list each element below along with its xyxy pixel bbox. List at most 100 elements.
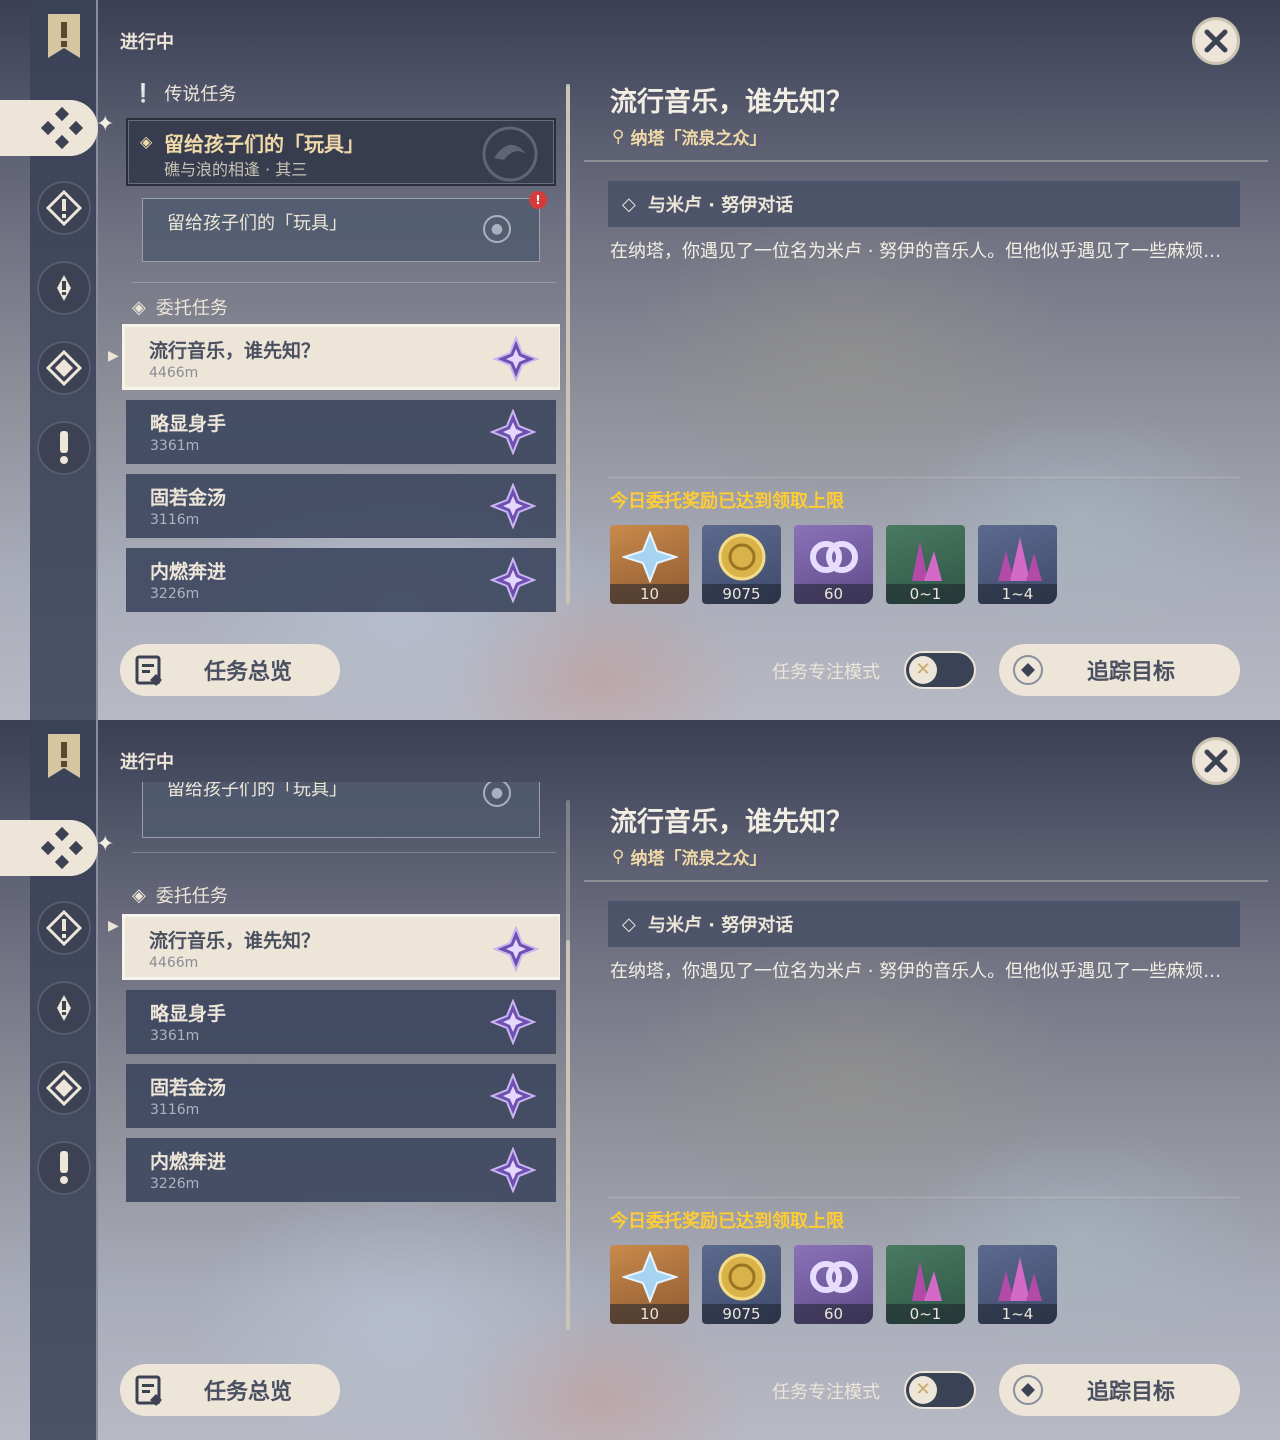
commission-item[interactable]: 略显身手 3361m	[126, 400, 556, 464]
quest-banner-icon[interactable]	[46, 14, 82, 58]
legend-section-header: ❕ 传说任务	[132, 82, 237, 106]
commission-item[interactable]: 流行音乐，谁先知？ 4466m	[122, 914, 560, 980]
commission-star-icon	[490, 999, 536, 1045]
close-icon: ✕	[909, 1376, 937, 1404]
focus-mode-toggle[interactable]: ✕	[904, 651, 976, 689]
commission-star-icon	[490, 1073, 536, 1119]
primogem-icon	[622, 1251, 678, 1303]
close-icon	[1204, 29, 1228, 53]
sidebar-item-archon[interactable]	[37, 181, 91, 235]
reward-item[interactable]: 9075	[702, 525, 781, 604]
quest-screen-top: ✦ 进行中 ❕ 传说任务 ◈ 留给孩子们的「玩具」 礁与浪的相逢 · 其三 留给…	[0, 0, 1280, 720]
focus-mode-label: 任务专注模式	[772, 1382, 880, 1403]
selection-arrow-icon: ▶	[108, 918, 119, 934]
quest-description: 在纳塔，你遇见了一位名为米卢 · 努伊的音乐人。但他似乎遇见了一些麻烦…	[610, 961, 1222, 982]
commission-star-icon	[490, 409, 536, 455]
commission-section-header: ◈ 委托任务	[132, 296, 228, 320]
commission-item[interactable]: 内燃奔进 3226m	[126, 1138, 556, 1202]
close-icon: ✕	[909, 656, 937, 684]
location-pin-icon: ●	[483, 215, 511, 243]
reward-item[interactable]: 0~1	[886, 525, 965, 604]
close-button[interactable]	[1192, 17, 1240, 65]
page-title: 进行中	[120, 32, 174, 53]
sidebar-item-world[interactable]	[37, 341, 91, 395]
objective-title: 留给孩子们的「玩具」	[167, 782, 347, 800]
commission-star-icon	[493, 926, 539, 972]
reward-item[interactable]: 1~4	[978, 1245, 1057, 1324]
mora-icon	[718, 533, 766, 581]
page-title: 进行中	[120, 752, 174, 773]
archon-quest-icon	[46, 910, 82, 946]
sparkle-icon: ✦	[96, 112, 115, 137]
reward-item[interactable]: 10	[610, 525, 689, 604]
legend-quest-title: 留给孩子们的「玩具」	[164, 132, 364, 156]
location-pin-icon: ●	[483, 782, 511, 807]
reward-item[interactable]: 60	[794, 1245, 873, 1324]
sidebar-item-legend[interactable]	[37, 981, 91, 1035]
sparkle-icon: ✦	[96, 832, 115, 857]
legend-objective-card[interactable]: 留给孩子们的「玩具」 ● !	[142, 191, 547, 262]
world-quest-icon	[46, 1070, 82, 1106]
commission-item[interactable]: 固若金汤 3116m	[126, 474, 556, 538]
sidebar-item-commissions[interactable]	[0, 820, 98, 876]
commission-star-icon	[490, 557, 536, 603]
quest-description: 在纳塔，你遇见了一位名为米卢 · 努伊的音乐人。但他似乎遇见了一些麻烦…	[610, 241, 1222, 262]
reward-item[interactable]: 10	[610, 1245, 689, 1324]
scrollbar-thumb[interactable]	[566, 84, 570, 604]
exclamation-icon	[60, 431, 68, 464]
commission-item[interactable]: 内燃奔进 3226m	[126, 548, 556, 612]
companionship-exp-icon	[810, 1261, 858, 1293]
reward-item[interactable]: 0~1	[886, 1245, 965, 1324]
alert-badge-icon: !	[529, 191, 547, 209]
track-target-button[interactable]: 追踪目标	[999, 644, 1240, 696]
focus-mode-toggle[interactable]: ✕	[904, 1371, 976, 1409]
legend-small-icon: ❕	[132, 82, 155, 104]
quest-list[interactable]: ❕ 传说任务 ◈ 留给孩子们的「玩具」 礁与浪的相逢 · 其三 留给孩子们的「玩…	[120, 70, 560, 615]
selection-arrow-icon: ▶	[108, 348, 119, 364]
location-pin-icon: ⚲	[612, 846, 625, 867]
quest-location: ⚲ 纳塔「流泉之众」	[612, 846, 767, 870]
reward-item[interactable]: 9075	[702, 1245, 781, 1324]
quest-detail-title: 流行音乐，谁先知？	[610, 807, 853, 838]
world-quest-icon	[46, 350, 82, 386]
quest-overview-button[interactable]: 任务总览	[120, 1364, 340, 1416]
legend-quest-card[interactable]: ◈ 留给孩子们的「玩具」 礁与浪的相逢 · 其三	[126, 118, 556, 186]
section-divider	[132, 852, 556, 853]
commission-diamond-icon	[40, 106, 84, 150]
sidebar-item-commissions[interactable]	[0, 100, 98, 156]
sidebar-item-story[interactable]	[37, 421, 91, 475]
commission-star-icon	[490, 1147, 536, 1193]
focus-mode-label: 任务专注模式	[772, 662, 880, 683]
reward-limit-note: 今日委托奖励已达到领取上限	[610, 491, 844, 512]
quest-location: ⚲ 纳塔「流泉之众」	[612, 126, 767, 150]
legend-quest-icon	[57, 995, 71, 1021]
section-divider	[132, 282, 556, 283]
archon-quest-icon	[46, 190, 82, 226]
quest-detail-title: 流行音乐，谁先知？	[610, 87, 853, 118]
track-target-button[interactable]: 追踪目标	[999, 1364, 1240, 1416]
legend-objective-card[interactable]: 留给孩子们的「玩具」 ●	[142, 782, 540, 838]
detail-divider	[584, 160, 1268, 162]
quest-overview-button[interactable]: 任务总览	[120, 644, 340, 696]
diamond-outline-icon: ◈	[140, 132, 153, 151]
sidebar-item-world[interactable]	[37, 1061, 91, 1115]
sidebar-item-legend[interactable]	[37, 261, 91, 315]
quest-banner-icon[interactable]	[46, 734, 82, 778]
legend-quest-icon	[57, 275, 71, 301]
detail-divider	[584, 880, 1268, 882]
commission-star-icon	[490, 483, 536, 529]
close-icon	[1204, 749, 1228, 773]
reward-item[interactable]: 1~4	[978, 525, 1057, 604]
sidebar-item-story[interactable]	[37, 1141, 91, 1195]
sidebar-item-archon[interactable]	[37, 901, 91, 955]
close-button[interactable]	[1192, 737, 1240, 785]
quest-list[interactable]: 留给孩子们的「玩具」 ● ◈ 委托任务 流行音乐，谁先知？ 4466m 略显身手…	[120, 782, 560, 1352]
commission-small-icon: ◈	[132, 296, 146, 318]
commission-item[interactable]: 略显身手 3361m	[126, 990, 556, 1054]
companionship-exp-icon	[810, 541, 858, 573]
commission-item[interactable]: 固若金汤 3116m	[126, 1064, 556, 1128]
reward-list: 10 9075 60 0~1 1~4	[610, 1245, 1057, 1324]
commission-item[interactable]: 流行音乐，谁先知？ 4466m	[122, 324, 560, 390]
reward-item[interactable]: 60	[794, 525, 873, 604]
scrollbar-thumb[interactable]	[566, 940, 570, 1330]
